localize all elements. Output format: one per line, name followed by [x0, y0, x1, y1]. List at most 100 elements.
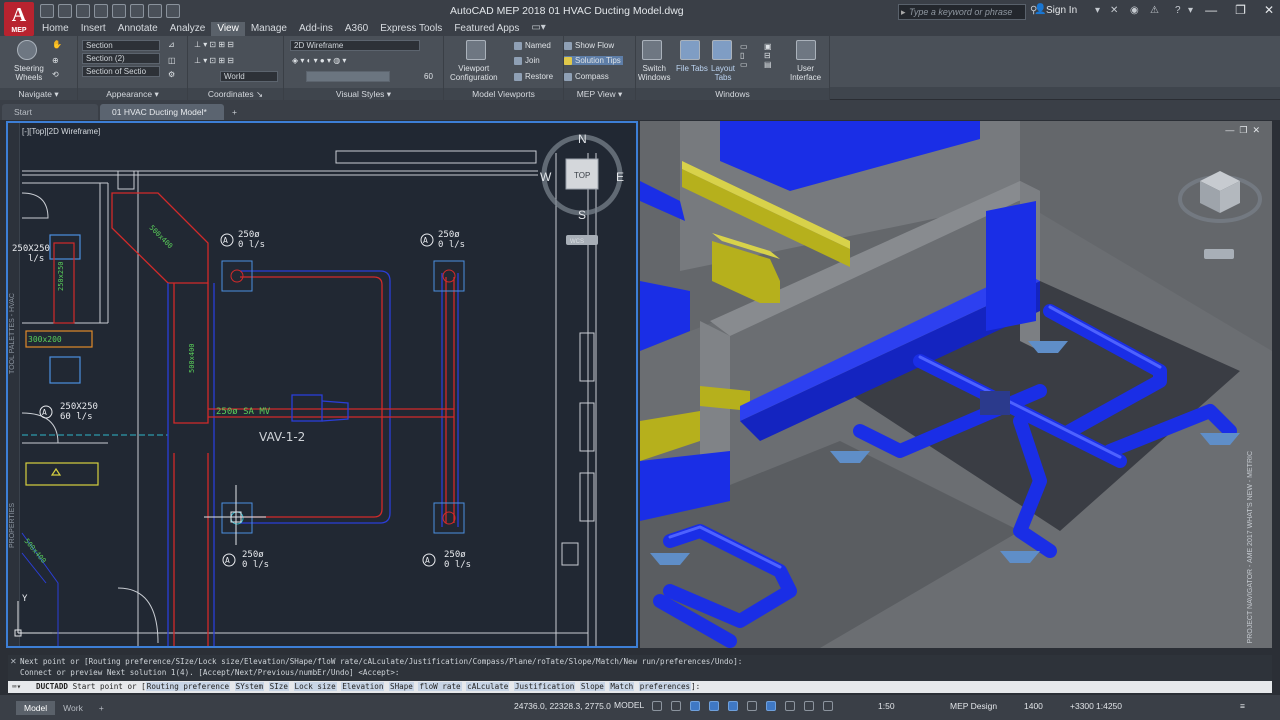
compass-east[interactable]: E	[616, 170, 624, 184]
tab-express-tools[interactable]: Express Tools	[374, 22, 448, 36]
file-tabs-icon[interactable]	[680, 40, 700, 60]
layout-tabs-icon[interactable]	[712, 40, 732, 60]
panel-title-coordinates[interactable]: Coordinates ↘	[188, 88, 283, 100]
panel-title-windows[interactable]: Windows	[636, 88, 829, 100]
ucs-tools-row[interactable]: ⊥ ▾ ⊡ ⊞ ⊟	[194, 56, 234, 65]
tab-manage[interactable]: Manage	[245, 22, 293, 36]
option-flow-rate[interactable]: floW rate	[418, 682, 462, 691]
live-section-icon[interactable]: ◫	[168, 56, 176, 65]
steering-wheel-icon[interactable]	[17, 40, 37, 60]
tab-a360[interactable]: A360	[339, 22, 374, 36]
ribbon-toggle-icon[interactable]: ▭▾	[531, 22, 545, 36]
option-match[interactable]: Match	[609, 682, 635, 691]
workspace-switch[interactable]: MEP Design	[950, 701, 997, 711]
user-interface-button[interactable]: User Interface	[790, 64, 821, 82]
layout-tabs-button[interactable]: Layout Tabs	[711, 64, 735, 82]
tab-model[interactable]: Model	[16, 700, 56, 715]
tab-insert[interactable]: Insert	[75, 22, 112, 36]
opacity-slider[interactable]	[306, 71, 390, 82]
annotation-scale[interactable]: 1:50	[878, 701, 895, 711]
user-interface-icon[interactable]	[796, 40, 816, 60]
join-button[interactable]: Join	[514, 56, 540, 65]
tab-home[interactable]: Home	[36, 22, 75, 36]
section-plane-icon[interactable]: ⊿	[168, 40, 175, 49]
file-tabs-button[interactable]: File Tabs	[676, 64, 708, 73]
viewport-3d[interactable]: — ❐ ✕ PROJECT NAVIGATOR - AME 2017 WHAT'…	[640, 121, 1272, 648]
cursor-coordinates[interactable]: 24736.0, 22328.3, 2775.0	[514, 701, 611, 711]
viewport-configuration-icon[interactable]	[466, 40, 486, 60]
panel-title-appearance[interactable]: Appearance ▾	[78, 88, 187, 100]
restore-button[interactable]: ❐	[1235, 3, 1246, 17]
visual-style-dropdown[interactable]: 2D Wireframe	[290, 40, 420, 51]
grid-icon[interactable]	[652, 701, 662, 711]
lineweight-icon[interactable]	[766, 701, 776, 711]
compass-south[interactable]: S	[578, 208, 586, 222]
close-button[interactable]: ✕	[1264, 3, 1274, 17]
help-icon[interactable]: ?	[1175, 5, 1181, 16]
solution-tips-button[interactable]: Solution Tips	[564, 56, 623, 65]
redo-icon[interactable]	[148, 4, 162, 18]
tab-work[interactable]: Work	[55, 701, 91, 715]
option-calculate[interactable]: cALculate	[466, 682, 510, 691]
viewport-configuration-button[interactable]: Viewport Configuration	[450, 64, 498, 82]
selection-cycling-icon[interactable]	[804, 701, 814, 711]
section-dropdown-3[interactable]: Section of Sectio	[82, 66, 160, 77]
command-close-button[interactable]: ✕	[10, 657, 17, 668]
orbit-icon[interactable]: ⟲	[52, 70, 59, 79]
option-size[interactable]: SIze	[268, 682, 289, 691]
option-preferences[interactable]: preferences	[638, 682, 692, 691]
panel-title-navigate[interactable]: Navigate ▾	[0, 88, 77, 100]
file-tab-document[interactable]: 01 HVAC Ducting Model*	[100, 104, 224, 120]
file-tab-start[interactable]: Start	[2, 104, 98, 120]
option-slope[interactable]: Slope	[579, 682, 605, 691]
visual-style-tools[interactable]: ◈ ▾ ◐ ▾ ● ▾ ◍ ▾	[292, 56, 346, 65]
search-input[interactable]: Type a keyword or phrase	[898, 4, 1026, 20]
new-tab-button[interactable]: +	[224, 104, 245, 120]
transparency-icon[interactable]	[785, 701, 795, 711]
add-layout-button[interactable]: +	[91, 701, 112, 715]
tab-annotate[interactable]: Annotate	[112, 22, 164, 36]
wcs-3d-menu[interactable]	[1204, 249, 1234, 259]
compass-north[interactable]: N	[578, 132, 587, 146]
option-routing-preference[interactable]: Routing preference	[145, 682, 231, 691]
model-space-button[interactable]: MODEL	[614, 700, 644, 710]
viewcube-top-face[interactable]: TOP	[574, 171, 590, 180]
command-input[interactable]: ⌨▾ DUCTADD Start point or [Routing prefe…	[8, 681, 1272, 693]
share-icon[interactable]	[166, 4, 180, 18]
osnap-icon[interactable]	[728, 701, 738, 711]
ucs-icons-row[interactable]: ⊥ ▾ ⊡ ⊞ ⊟	[194, 40, 234, 49]
wcs-menu[interactable]: WCS	[570, 239, 584, 245]
viewport-top-2d[interactable]: TOOL PALETTES - HVAC PROPERTIES A 250ø 0…	[6, 121, 638, 648]
open-icon[interactable]	[58, 4, 72, 18]
help-dropdown-icon[interactable]: ▾	[1188, 5, 1193, 16]
display-scale[interactable]: 1:4250	[1096, 701, 1122, 711]
switch-windows-icon[interactable]	[642, 40, 662, 60]
option-shape[interactable]: SHape	[389, 682, 414, 691]
a360-icon[interactable]: ◉	[1130, 5, 1139, 16]
pan-icon[interactable]: ✋	[52, 40, 62, 49]
panel-title-visual-styles[interactable]: Visual Styles ▾	[284, 88, 443, 100]
snap-icon[interactable]	[671, 701, 681, 711]
compass-button[interactable]: Compass	[564, 72, 609, 81]
save-icon[interactable]	[76, 4, 90, 18]
viewport-minimize-button[interactable]: —	[1225, 125, 1234, 136]
tab-add-ins[interactable]: Add-ins	[293, 22, 339, 36]
steering-wheels-button[interactable]: Steering Wheels	[14, 64, 44, 82]
option-justification[interactable]: Justification	[513, 682, 576, 691]
restore-button[interactable]: Restore	[514, 72, 553, 81]
command-customize-icon[interactable]: ⌨▾	[12, 681, 21, 693]
viewcube[interactable]: TOP N S W E WCS	[540, 132, 624, 245]
plot-icon[interactable]	[112, 4, 126, 18]
viewport-restore-button[interactable]: ❐	[1239, 125, 1247, 136]
ucs-world-dropdown[interactable]: World	[220, 71, 278, 82]
otrack-icon[interactable]	[747, 701, 757, 711]
project-navigator-label[interactable]: PROJECT NAVIGATOR - AME 2017 WHAT'S NEW …	[1247, 451, 1254, 643]
tab-analyze[interactable]: Analyze	[164, 22, 212, 36]
cart-icon[interactable]: ▾	[1095, 5, 1100, 16]
window-arrange-icons[interactable]: ▭ ▯ ▭	[740, 42, 748, 69]
viewport-label[interactable]: [-][Top][2D Wireframe]	[22, 127, 100, 136]
sign-in-button[interactable]: Sign In	[1046, 5, 1077, 16]
window-tools-icons[interactable]: ▣ ⊟ ▤	[764, 42, 772, 69]
panel-title-model-viewports[interactable]: Model Viewports	[444, 88, 563, 100]
annotation-visibility-icon[interactable]	[823, 701, 833, 711]
